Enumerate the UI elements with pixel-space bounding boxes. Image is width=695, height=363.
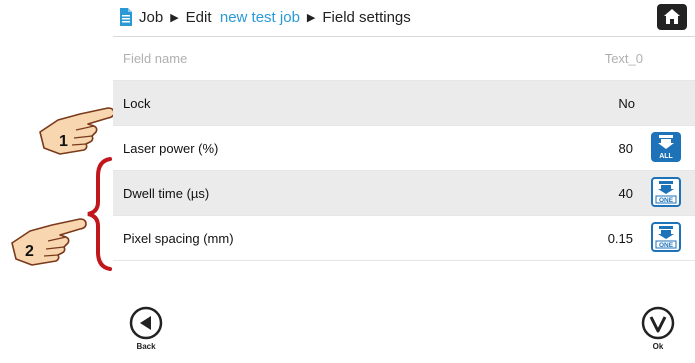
breadcrumb-edit[interactable]: Edit xyxy=(186,9,212,26)
laser-power-label: Laser power (%) xyxy=(123,141,219,156)
apply-all-text: ALL xyxy=(659,153,673,160)
page-title: Field settings xyxy=(322,9,411,26)
breadcrumb: Job ▶ Edit new test job ▶ Field settings xyxy=(139,9,411,26)
laser-power-value[interactable]: 80 xyxy=(619,141,633,156)
back-button[interactable] xyxy=(129,306,163,340)
field-name-row: Field name Text_0 xyxy=(113,36,695,81)
breadcrumb-bar: Job ▶ Edit new test job ▶ Field settings xyxy=(113,0,695,37)
home-icon xyxy=(664,9,680,24)
laser-power-row[interactable]: Laser power (%) 80 ALL xyxy=(113,126,695,171)
back-arrow-icon xyxy=(129,306,163,340)
breadcrumb-separator-icon: ▶ xyxy=(306,12,316,24)
callout-1-hand xyxy=(36,102,116,160)
checkmark-icon xyxy=(641,306,675,340)
pixel-spacing-row[interactable]: Pixel spacing (mm) 0.15 ONE xyxy=(113,216,695,261)
apply-one-icon: ONE xyxy=(655,181,677,204)
apply-one-text: ONE xyxy=(659,197,674,204)
field-name-value: Text_0 xyxy=(604,51,643,66)
pixel-spacing-value[interactable]: 0.15 xyxy=(608,231,633,246)
pixel-spacing-label: Pixel spacing (mm) xyxy=(123,231,234,246)
dwell-time-row[interactable]: Dwell time (µs) 40 ONE xyxy=(113,171,695,216)
footer-bar: Back Ok xyxy=(113,296,695,363)
apply-one-text: ONE xyxy=(659,242,674,249)
apply-one-button[interactable]: ONE xyxy=(651,177,681,207)
callout-2-hand xyxy=(8,213,88,271)
selection-bracket xyxy=(84,156,114,272)
lock-label: Lock xyxy=(123,96,151,111)
back-label: Back xyxy=(136,342,156,351)
breadcrumb-job[interactable]: Job xyxy=(139,9,163,26)
callout-2-number: 2 xyxy=(25,243,34,260)
apply-all-button[interactable]: ALL xyxy=(651,132,681,162)
lock-row[interactable]: Lock No xyxy=(113,81,695,126)
callout-1-number: 1 xyxy=(59,133,68,150)
dwell-time-label: Dwell time (µs) xyxy=(123,186,210,201)
field-name-label: Field name xyxy=(123,51,188,66)
apply-one-icon: ONE xyxy=(655,226,677,249)
breadcrumb-separator-icon: ▶ xyxy=(170,12,179,24)
apply-one-button[interactable]: ONE xyxy=(651,222,681,252)
lock-value[interactable]: No xyxy=(618,96,635,111)
device-screen: Job ▶ Edit new test job ▶ Field settings Fie… xyxy=(113,0,695,363)
settings-list: Field name Text_0 Lock No Laser power (%… xyxy=(113,36,695,261)
document-icon xyxy=(119,7,133,27)
dwell-time-value[interactable]: 40 xyxy=(619,186,633,201)
apply-all-icon: ALL xyxy=(658,135,674,160)
breadcrumb-job-name[interactable]: new test job xyxy=(220,9,300,26)
ok-button[interactable] xyxy=(641,306,675,340)
home-button[interactable] xyxy=(657,4,687,30)
ok-label: Ok xyxy=(652,342,664,351)
